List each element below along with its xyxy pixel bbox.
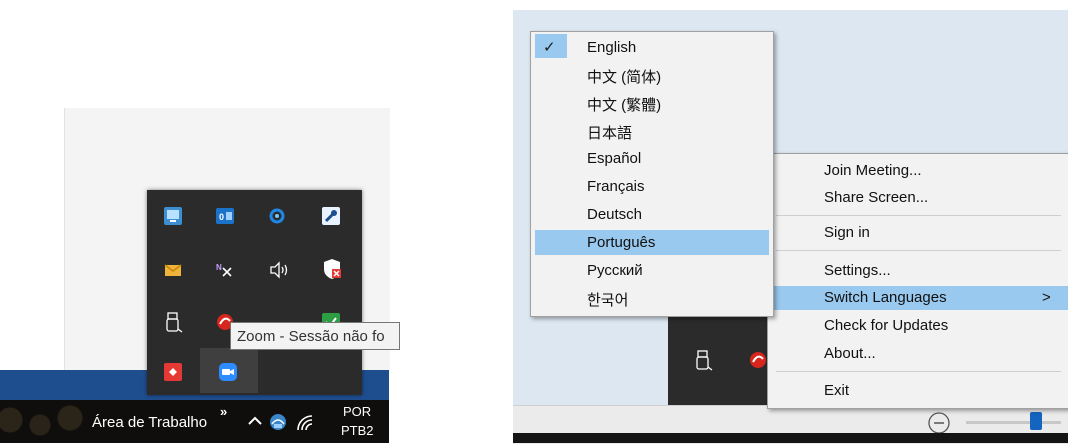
checkmark-icon: ✓ — [543, 39, 556, 56]
wifi-icon[interactable] — [296, 414, 314, 432]
onenote-icon[interactable]: N — [215, 260, 235, 280]
menu-item-check-for-updates[interactable]: Check for Updates — [824, 317, 948, 334]
keyboard-layout-label[interactable]: PTB2 — [341, 423, 374, 438]
menu-separator — [776, 215, 1061, 216]
menu-item-sign-in[interactable]: Sign in — [824, 224, 870, 241]
red-app-icon[interactable] — [163, 362, 183, 382]
menu-separator — [776, 250, 1061, 251]
monitor-icon[interactable] — [163, 206, 183, 226]
zoom-tooltip: Zoom - Sessão não fo — [230, 322, 400, 350]
language-submenu: ✓ English 中文 (简体) 中文 (繁體) 日本語 Español Fr… — [530, 31, 774, 317]
red-circle-app-icon[interactable] — [748, 350, 768, 370]
zoom-slider-thumb[interactable] — [1030, 412, 1042, 430]
mail-icon[interactable] — [163, 260, 183, 280]
svg-text:0: 0 — [219, 212, 224, 222]
volume-icon[interactable] — [268, 260, 290, 280]
menu-item-switch-languages[interactable]: Switch Languages — [824, 289, 947, 306]
usb-drive-icon[interactable] — [165, 312, 183, 334]
menu-separator — [776, 371, 1061, 372]
language-option-japanese[interactable]: 日本語 — [587, 122, 632, 143]
desktop-toolbar-label[interactable]: Área de Trabalho — [92, 414, 207, 431]
tool-icon[interactable] — [321, 206, 341, 226]
input-language-label[interactable]: POR — [343, 404, 371, 419]
language-option-chinese-traditional[interactable]: 中文 (繁體) — [587, 94, 661, 115]
show-hidden-icons-icon[interactable] — [246, 412, 264, 430]
taskbar-strip — [513, 433, 1068, 443]
menu-item-exit[interactable]: Exit — [824, 382, 849, 399]
language-option-russian[interactable]: Русский — [587, 262, 643, 279]
usb-drive-icon[interactable] — [695, 350, 713, 372]
security-icon[interactable] — [321, 258, 343, 280]
language-option-korean[interactable]: 한국어 — [587, 289, 628, 310]
menu-item-about[interactable]: About... — [824, 345, 876, 362]
menu-item-join-meeting[interactable]: Join Meeting... — [824, 162, 922, 179]
menu-item-settings[interactable]: Settings... — [824, 262, 891, 279]
network-icon[interactable] — [268, 412, 288, 432]
language-option-english[interactable]: English — [587, 39, 636, 56]
zoom-slider-track[interactable] — [966, 421, 1061, 424]
language-option-chinese-simplified[interactable]: 中文 (简体) — [587, 66, 661, 87]
language-option-german[interactable]: Deutsch — [587, 206, 642, 223]
zoom-tray-context-menu: Join Meeting... Share Screen... Sign in … — [767, 153, 1068, 409]
svg-text:N: N — [216, 263, 222, 272]
toolbar-overflow-chevron[interactable]: » — [220, 404, 227, 419]
outlook-icon[interactable]: 0 — [215, 206, 235, 226]
language-option-spanish[interactable]: Español — [587, 150, 641, 167]
language-option-portuguese[interactable]: Português — [587, 234, 655, 251]
submenu-arrow-icon: > — [1042, 289, 1051, 306]
menu-item-share-screen[interactable]: Share Screen... — [824, 189, 928, 206]
sync-icon[interactable] — [267, 206, 287, 226]
zoom-icon[interactable] — [218, 362, 238, 382]
language-option-french[interactable]: Français — [587, 178, 645, 195]
